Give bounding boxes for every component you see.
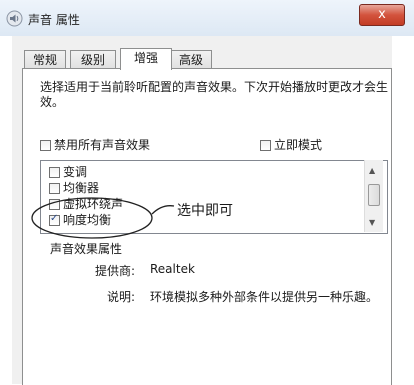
provider-label: 提供商:	[94, 264, 135, 278]
provider-value: Realtek	[150, 262, 195, 276]
annotation-overlay	[31, 197, 175, 239]
tab-label: 增强	[133, 51, 158, 65]
description-value: 环境模拟多种外部条件以提供另一种乐趣。	[150, 290, 379, 304]
annotation-arrow	[151, 205, 175, 215]
description-label: 说明:	[106, 290, 135, 304]
tab-enhancements[interactable]: 增强	[120, 48, 172, 70]
annotation-circle	[31, 197, 153, 239]
annotation-text: 选中即可	[177, 203, 233, 219]
effect-properties-label: 声音效果属性	[50, 242, 123, 256]
